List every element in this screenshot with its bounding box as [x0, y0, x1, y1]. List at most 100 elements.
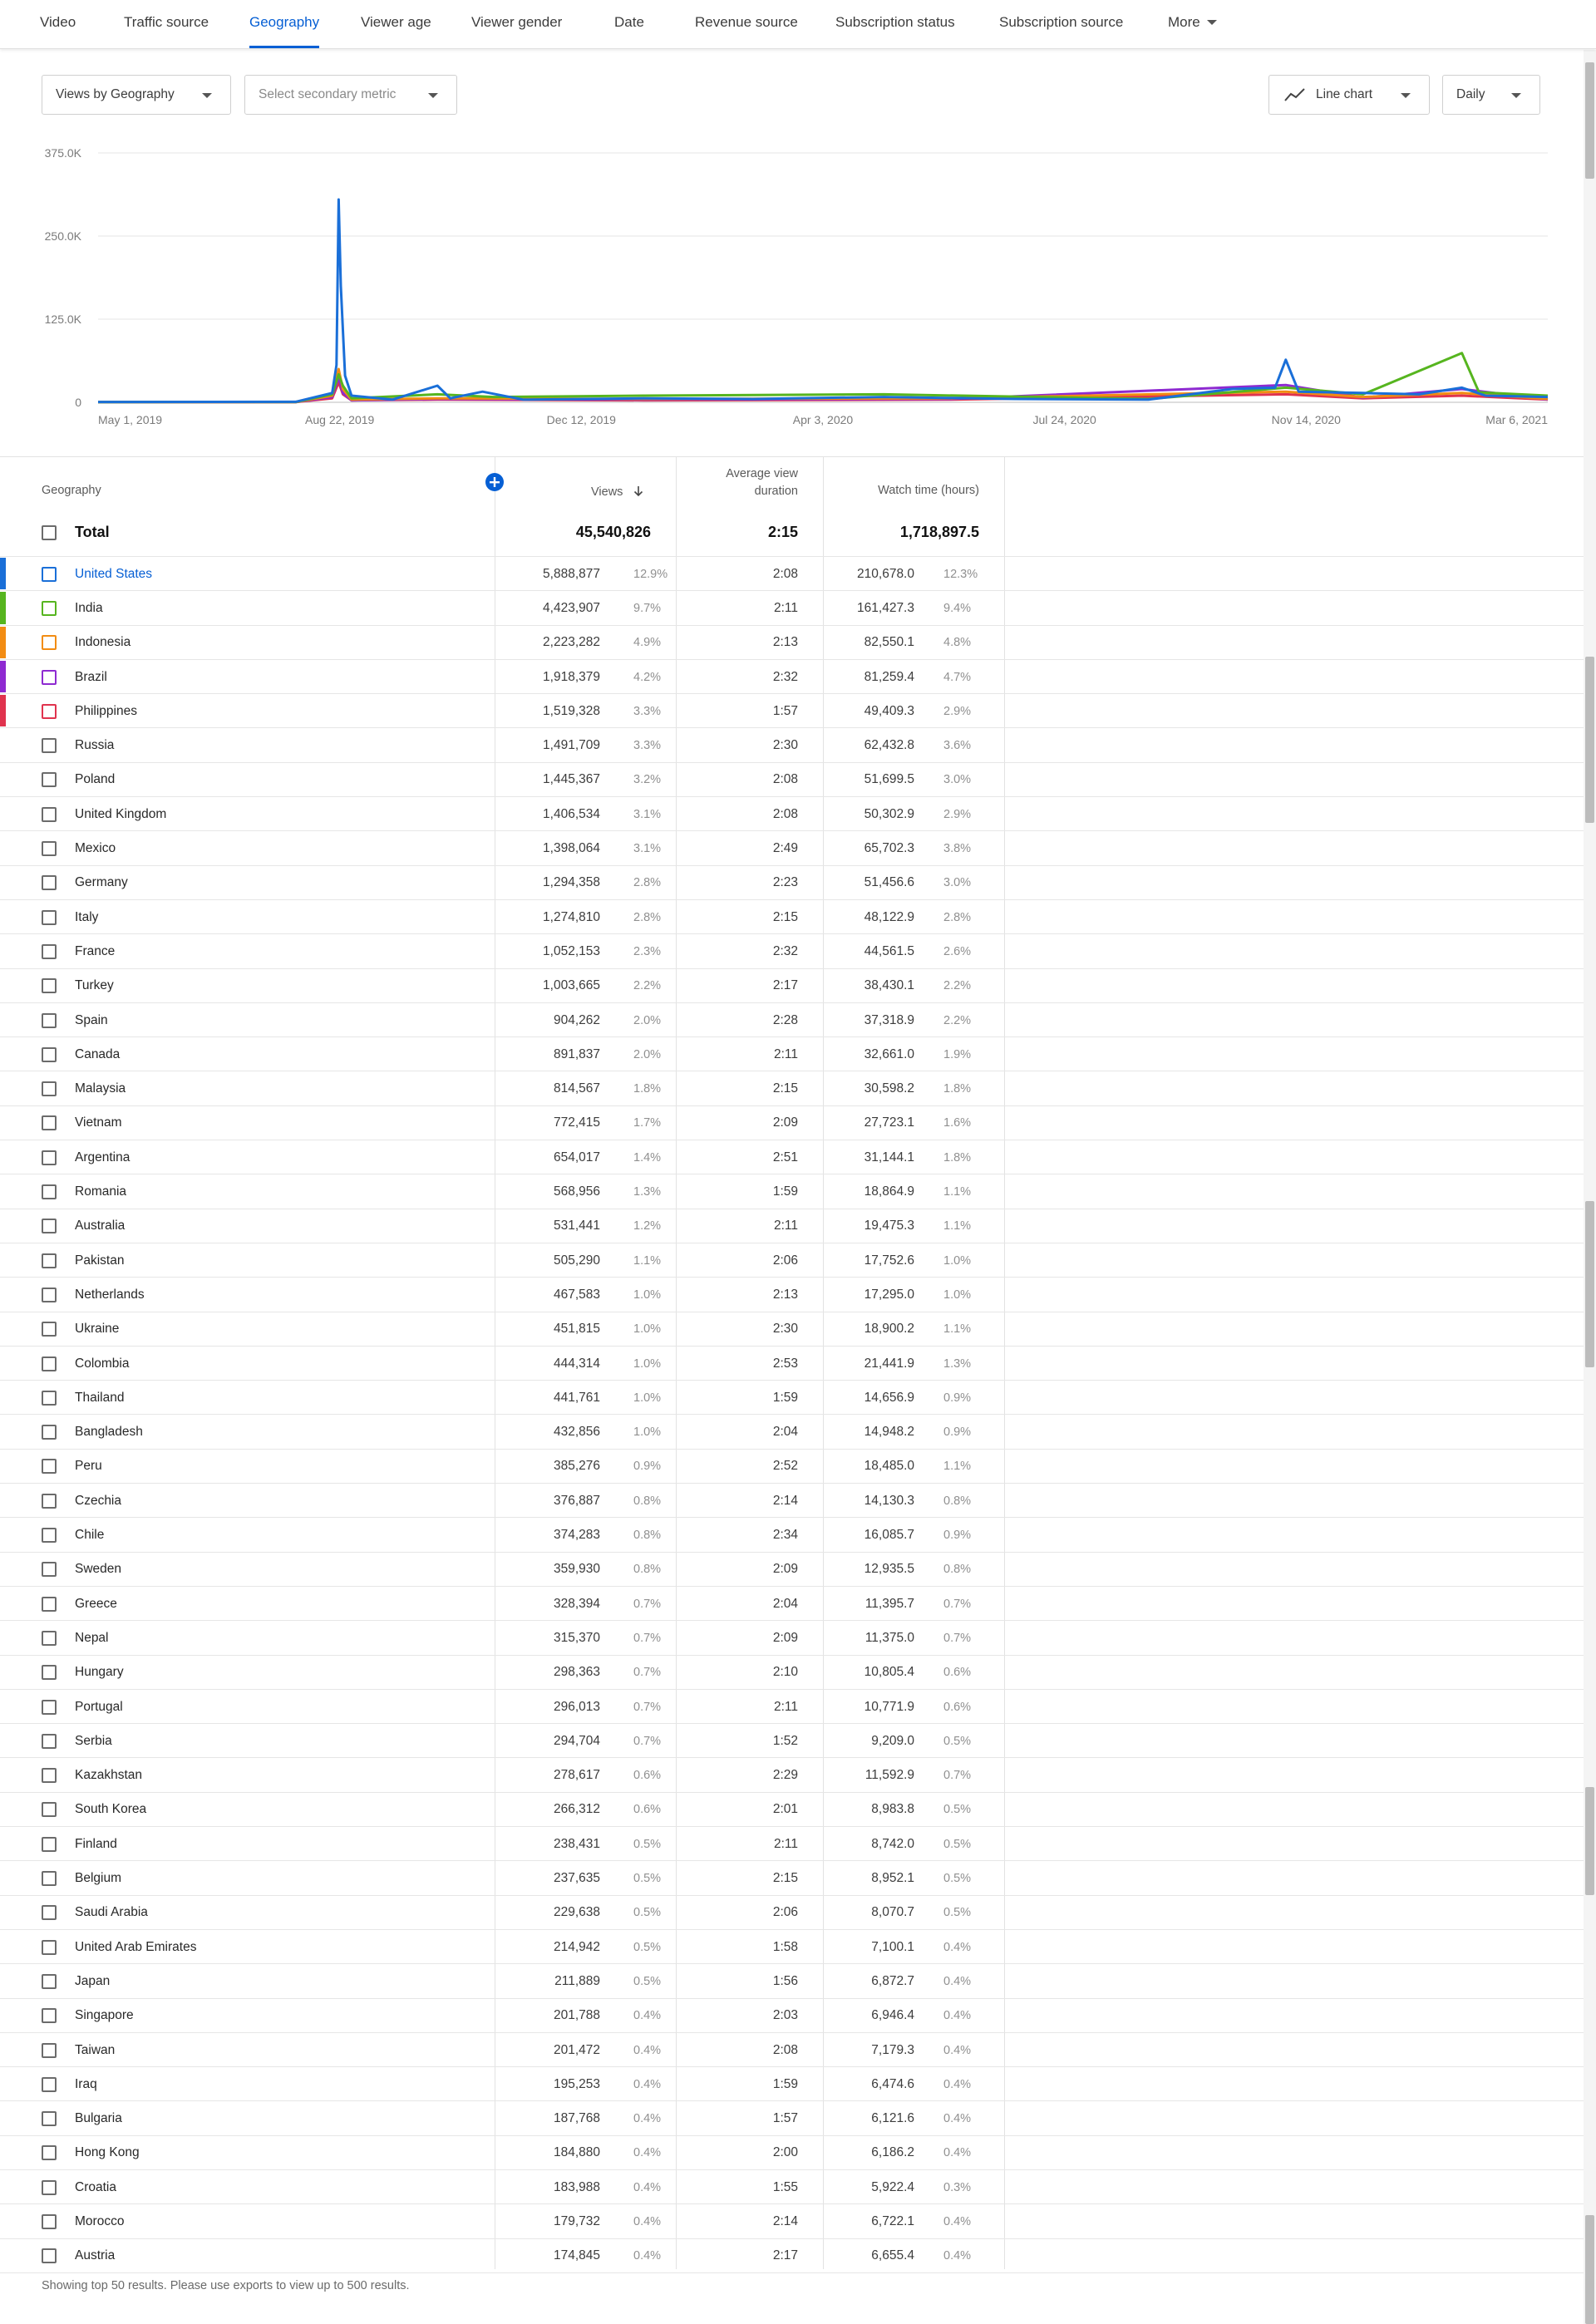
row-checkbox[interactable]: [42, 1184, 57, 1200]
table-row[interactable]: United Kingdom 1,406,534 3.1% 2:08 50,302.9 2…: [0, 797, 1584, 832]
table-row[interactable]: Vietnam 772,415 1.7% 2:09 27,723.1 1.6%: [0, 1106, 1584, 1141]
row-checkbox[interactable]: [42, 738, 57, 754]
table-row[interactable]: Bangladesh 432,856 1.0% 2:04 14,948.2 0.9%: [0, 1416, 1584, 1450]
row-checkbox[interactable]: [42, 2145, 57, 2161]
row-checkbox[interactable]: [42, 1528, 57, 1544]
primary-metric-dropdown[interactable]: Views by Geography: [42, 75, 231, 115]
table-row[interactable]: Hungary 298,363 0.7% 2:10 10,805.4 0.6%: [0, 1656, 1584, 1690]
row-checkbox[interactable]: [42, 1596, 57, 1612]
row-checkbox[interactable]: [42, 1253, 57, 1268]
row-checkbox[interactable]: [42, 1390, 57, 1406]
row-checkbox[interactable]: [42, 1905, 57, 1921]
table-row[interactable]: India 4,423,907 9.7% 2:11 161,427.3 9.4%: [0, 591, 1584, 626]
table-row[interactable]: Germany 1,294,358 2.8% 2:23 51,456.6 3.0%: [0, 866, 1584, 900]
row-checkbox[interactable]: [42, 841, 57, 857]
row-checkbox[interactable]: [42, 1973, 57, 1989]
row-checkbox[interactable]: [42, 1939, 57, 1955]
row-checkbox[interactable]: [42, 669, 57, 685]
row-checkbox[interactable]: [42, 1493, 57, 1509]
row-checkbox[interactable]: [42, 2179, 57, 2195]
row-checkbox[interactable]: [42, 1871, 57, 1887]
row-checkbox[interactable]: [42, 1836, 57, 1852]
tab-traffic-source[interactable]: Traffic source: [124, 0, 209, 48]
table-row[interactable]: Pakistan 505,290 1.1% 2:06 17,752.6 1.0%: [0, 1243, 1584, 1278]
tab-revenue-source[interactable]: Revenue source: [695, 0, 798, 48]
table-row[interactable]: Peru 385,276 0.9% 2:52 18,485.0 1.1%: [0, 1450, 1584, 1485]
table-row[interactable]: Australia 531,441 1.2% 2:11 19,475.3 1.1%: [0, 1209, 1584, 1243]
scrollbar-thumb[interactable]: [1585, 2215, 1594, 2324]
row-checkbox[interactable]: [42, 806, 57, 822]
secondary-metric-dropdown[interactable]: Select secondary metric: [244, 75, 457, 115]
row-checkbox[interactable]: [42, 1046, 57, 1062]
row-checkbox[interactable]: [42, 1356, 57, 1371]
table-row[interactable]: Taiwan 201,472 0.4% 2:08 7,179.3 0.4%: [0, 2033, 1584, 2068]
table-row[interactable]: Austria 174,845 0.4% 2:17 6,655.4 0.4%: [0, 2239, 1584, 2273]
row-checkbox[interactable]: [42, 566, 57, 582]
row-checkbox[interactable]: [42, 2042, 57, 2058]
plus-circle-icon[interactable]: [485, 472, 505, 492]
table-row[interactable]: Argentina 654,017 1.4% 2:51 31,144.1 1.8%: [0, 1140, 1584, 1175]
tab-subscription-status[interactable]: Subscription status: [835, 0, 955, 48]
row-checkbox[interactable]: [42, 943, 57, 959]
table-row[interactable]: Singapore 201,788 0.4% 2:03 6,946.4 0.4%: [0, 1999, 1584, 2033]
table-row[interactable]: Ukraine 451,815 1.0% 2:30 18,900.2 1.1%: [0, 1312, 1584, 1347]
row-checkbox[interactable]: [42, 1081, 57, 1097]
table-row[interactable]: Spain 904,262 2.0% 2:28 37,318.9 2.2%: [0, 1003, 1584, 1038]
avg-view-duration-column-header[interactable]: Average view duration: [690, 465, 798, 500]
scrollbar-thumb[interactable]: [1585, 657, 1594, 823]
row-checkbox[interactable]: [42, 1459, 57, 1475]
row-checkbox[interactable]: [42, 2214, 57, 2230]
table-row[interactable]: Chile 374,283 0.8% 2:34 16,085.7 0.9%: [0, 1518, 1584, 1553]
table-row[interactable]: Hong Kong 184,880 0.4% 2:00 6,186.2 0.4%: [0, 2136, 1584, 2171]
tab-geography[interactable]: Geography: [249, 0, 320, 48]
row-checkbox[interactable]: [42, 909, 57, 925]
table-row[interactable]: Netherlands 467,583 1.0% 2:13 17,295.0 1.0%: [0, 1278, 1584, 1312]
row-checkbox[interactable]: [42, 1733, 57, 1749]
watch-time-column-header[interactable]: Watch time (hours): [831, 484, 979, 497]
row-checkbox[interactable]: [42, 1699, 57, 1715]
row-checkbox[interactable]: [42, 1630, 57, 1646]
table-row[interactable]: Kazakhstan 278,617 0.6% 2:29 11,592.9 0.7%: [0, 1759, 1584, 1793]
table-row[interactable]: France 1,052,153 2.3% 2:32 44,561.5 2.6%: [0, 934, 1584, 969]
table-row[interactable]: Saudi Arabia 229,638 0.5% 2:06 8,070.7 0.5%: [0, 1896, 1584, 1930]
table-row[interactable]: Indonesia 2,223,282 4.9% 2:13 82,550.1 4.8%: [0, 626, 1584, 660]
row-checkbox[interactable]: [42, 1802, 57, 1818]
table-row[interactable]: Sweden 359,930 0.8% 2:09 12,935.5 0.8%: [0, 1553, 1584, 1587]
table-row[interactable]: Serbia 294,704 0.7% 1:52 9,209.0 0.5%: [0, 1724, 1584, 1759]
row-checkbox[interactable]: [42, 1219, 57, 1234]
table-row[interactable]: South Korea 266,312 0.6% 2:01 8,983.8 0.5%: [0, 1793, 1584, 1828]
row-checkbox[interactable]: [42, 772, 57, 788]
tab-date[interactable]: Date: [614, 0, 644, 48]
table-row[interactable]: Morocco 179,732 0.4% 2:14 6,722.1 0.4%: [0, 2204, 1584, 2239]
row-checkbox[interactable]: [42, 1768, 57, 1784]
row-checkbox[interactable]: [42, 2111, 57, 2127]
table-row[interactable]: Romania 568,956 1.3% 1:59 18,864.9 1.1%: [0, 1174, 1584, 1209]
table-row[interactable]: Nepal 315,370 0.7% 2:09 11,375.0 0.7%: [0, 1621, 1584, 1656]
table-row[interactable]: Finland 238,431 0.5% 2:11 8,742.0 0.5%: [0, 1827, 1584, 1862]
row-checkbox[interactable]: [42, 1425, 57, 1440]
table-row[interactable]: United States 5,888,877 12.9% 2:08 210,678.0…: [0, 557, 1584, 592]
row-checkbox[interactable]: [42, 1115, 57, 1131]
tab-viewer-age[interactable]: Viewer age: [361, 0, 431, 48]
views-column-header[interactable]: Views: [591, 484, 644, 499]
row-checkbox[interactable]: [42, 1287, 57, 1302]
granularity-dropdown[interactable]: Daily: [1442, 75, 1540, 115]
scrollbar-thumb[interactable]: [1585, 62, 1594, 179]
page-scrollbar[interactable]: [1584, 50, 1596, 2324]
table-row[interactable]: Turkey 1,003,665 2.2% 2:17 38,430.1 2.2%: [0, 969, 1584, 1003]
row-checkbox[interactable]: [42, 875, 57, 891]
table-row[interactable]: Thailand 441,761 1.0% 1:59 14,656.9 0.9%: [0, 1381, 1584, 1416]
row-checkbox[interactable]: [42, 2076, 57, 2092]
table-row[interactable]: Poland 1,445,367 3.2% 2:08 51,699.5 3.0%: [0, 763, 1584, 798]
table-row[interactable]: Belgium 237,635 0.5% 2:15 8,952.1 0.5%: [0, 1861, 1584, 1896]
total-checkbox[interactable]: [42, 525, 57, 540]
row-checkbox[interactable]: [42, 2248, 57, 2264]
tab-subscription-source[interactable]: Subscription source: [999, 0, 1123, 48]
row-checkbox[interactable]: [42, 1012, 57, 1028]
row-checkbox[interactable]: [42, 1150, 57, 1165]
table-row[interactable]: Iraq 195,253 0.4% 1:59 6,474.6 0.4%: [0, 2067, 1584, 2102]
table-row[interactable]: Croatia 183,988 0.4% 1:55 5,922.4 0.3%: [0, 2170, 1584, 2205]
table-row[interactable]: Italy 1,274,810 2.8% 2:15 48,122.9 2.8%: [0, 900, 1584, 935]
chart-type-dropdown[interactable]: Line chart: [1268, 75, 1430, 115]
table-row[interactable]: Brazil 1,918,379 4.2% 2:32 81,259.4 4.7%: [0, 660, 1584, 695]
